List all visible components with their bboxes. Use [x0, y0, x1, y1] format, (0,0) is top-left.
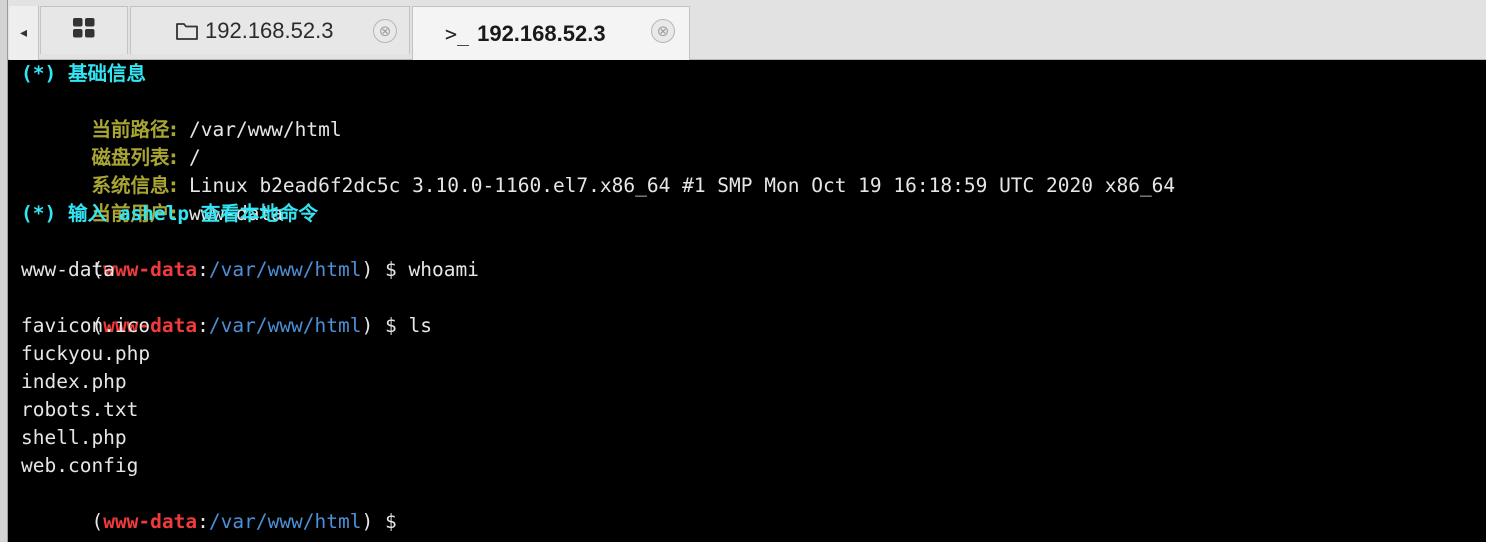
folder-icon: [175, 21, 199, 41]
tab-home[interactable]: [40, 6, 128, 54]
grid-icon: [72, 17, 96, 45]
prompt-colon: :: [197, 258, 209, 281]
chevron-left-icon: ◂: [19, 25, 28, 41]
tab-label: 192.168.52.3: [477, 20, 606, 46]
file-list-item: web.config: [21, 454, 139, 477]
active-prompt-line[interactable]: (www-data:/var/www/html) $: [21, 480, 420, 533]
file-list-item: favicon.ico: [21, 314, 151, 337]
file-list-item: robots.txt: [21, 398, 139, 421]
terminal-output[interactable]: (*) 基础信息 当前路径: /var/www/html 磁盘列表: / 系统信…: [9, 60, 1486, 542]
tab-terminal[interactable]: >_ 192.168.52.3 ⊗: [412, 6, 690, 60]
current-path-value: /var/www/html: [177, 118, 342, 141]
prompt-line: (www-data:/var/www/html) $ ls: [21, 284, 432, 337]
prompt-open: (: [91, 510, 104, 533]
shell-window: ◂ 192.168.52.3 ⊗ >_ 192.168.52.3 ⊗ (*) 基…: [0, 0, 1486, 542]
prompt-colon: :: [197, 314, 209, 337]
prompt-dollar: $: [373, 510, 409, 533]
prompt-colon: :: [197, 510, 209, 533]
left-window-edge: [0, 0, 8, 542]
help-hint: (*) 输入 ashelp 查看本地命令: [21, 202, 318, 225]
prompt-user: www-data: [103, 258, 198, 281]
prompt-close: ): [361, 258, 374, 281]
prompt-path: /var/www/html: [208, 314, 362, 337]
close-tab-icon[interactable]: ⊗: [651, 19, 675, 43]
prompt-path: /var/www/html: [208, 510, 362, 533]
current-path-line: 当前路径: /var/www/html: [21, 88, 341, 141]
file-list-item: shell.php: [21, 426, 127, 449]
file-list-item: fuckyou.php: [21, 342, 151, 365]
scroll-tabs-left-button[interactable]: ◂: [9, 6, 39, 60]
close-tab-icon[interactable]: ⊗: [373, 19, 397, 43]
current-user-line: 当前用户: www-data: [21, 172, 282, 225]
file-list-item: index.php: [21, 370, 127, 393]
prompt-user: www-data: [103, 510, 198, 533]
system-info-value: Linux b2ead6f2dc5c 3.10.0-1160.el7.x86_6…: [177, 174, 1176, 197]
command-text: ls: [408, 314, 432, 337]
prompt-close: ): [361, 314, 374, 337]
prompt-path: /var/www/html: [208, 258, 362, 281]
command-output: www-data: [21, 258, 115, 281]
tab-file-manager[interactable]: 192.168.52.3 ⊗: [130, 6, 410, 54]
terminal-prompt-icon: >_: [445, 21, 470, 46]
disk-list-line: 磁盘列表: /: [21, 116, 200, 169]
prompt-close: ): [361, 510, 374, 533]
info-header: (*) 基础信息: [21, 62, 146, 85]
prompt-dollar: $: [373, 258, 409, 281]
command-text: whoami: [408, 258, 479, 281]
tab-label: 192.168.52.3: [205, 17, 334, 43]
prompt-line: (www-data:/var/www/html) $ whoami: [21, 228, 478, 281]
system-info-line: 系统信息: Linux b2ead6f2dc5c 3.10.0-1160.el7…: [21, 144, 1175, 197]
prompt-dollar: $: [373, 314, 409, 337]
tab-bar: ◂ 192.168.52.3 ⊗ >_ 192.168.52.3 ⊗: [0, 0, 1486, 60]
